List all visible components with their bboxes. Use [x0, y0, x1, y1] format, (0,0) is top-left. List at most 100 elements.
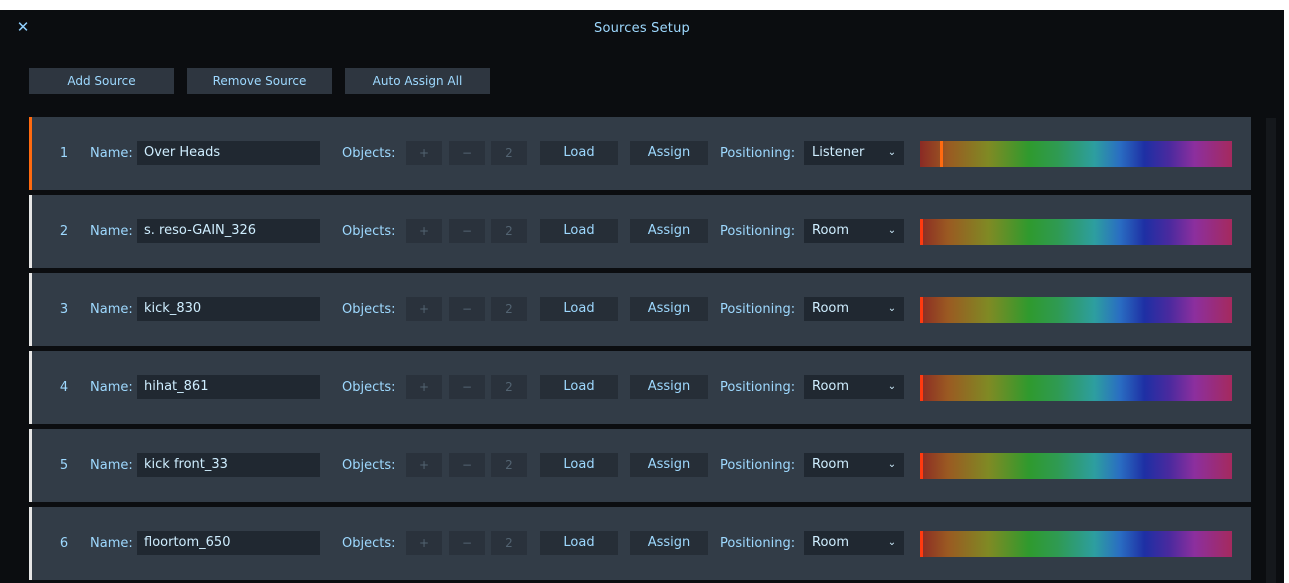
source-row[interactable]: 6 Name: floortom_650 Objects: + −2 Load Assign P…: [29, 507, 1251, 580]
object-count-field[interactable]: 2: [491, 453, 527, 477]
remove-object-button[interactable]: −: [449, 453, 485, 477]
auto-assign-all-button[interactable]: Auto Assign All: [345, 68, 490, 94]
color-marker[interactable]: [920, 531, 923, 557]
positioning-value: Room: [812, 457, 850, 472]
positioning-select[interactable]: Room ⌄: [804, 297, 904, 321]
source-number: 4: [59, 380, 69, 395]
positioning-select[interactable]: Room ⌄: [804, 531, 904, 555]
assign-button[interactable]: Assign: [630, 453, 708, 477]
chevron-down-icon: ⌄: [887, 537, 897, 548]
name-label: Name:: [90, 458, 133, 473]
remove-source-button[interactable]: Remove Source: [187, 68, 332, 94]
positioning-value: Room: [812, 223, 850, 238]
load-button[interactable]: Load: [540, 219, 618, 243]
sources-setup-window: ✕ Sources Setup Add Source Remove Source…: [0, 10, 1284, 583]
color-spectrum-bar[interactable]: [920, 453, 1232, 479]
positioning-select[interactable]: Room ⌄: [804, 375, 904, 399]
assign-button[interactable]: Assign: [630, 219, 708, 243]
name-label: Name:: [90, 224, 133, 239]
row-selection-indicator: [29, 507, 32, 580]
color-marker[interactable]: [940, 141, 943, 167]
add-object-button[interactable]: +: [406, 219, 442, 243]
source-row[interactable]: 4 Name: hihat_861 Objects: + −2 Load Assign Posi…: [29, 351, 1251, 424]
chevron-down-icon: ⌄: [887, 381, 897, 392]
assign-button[interactable]: Assign: [630, 297, 708, 321]
source-row[interactable]: 1 Name: Over Heads Objects: + −2 Load Assign Pos…: [29, 117, 1251, 190]
positioning-value: Listener: [812, 145, 865, 160]
objects-label: Objects:: [342, 536, 396, 551]
remove-object-button[interactable]: −: [449, 531, 485, 555]
remove-object-button[interactable]: −: [449, 297, 485, 321]
positioning-value: Room: [812, 301, 850, 316]
positioning-label: Positioning:: [720, 302, 796, 317]
name-label: Name:: [90, 380, 133, 395]
load-button[interactable]: Load: [540, 453, 618, 477]
source-row[interactable]: 2 Name: s. reso-GAIN_326 Objects: + −2 Load Ass…: [29, 195, 1251, 268]
color-spectrum-bar[interactable]: [920, 297, 1232, 323]
color-spectrum-bar[interactable]: [920, 141, 1232, 167]
name-label: Name:: [90, 302, 133, 317]
positioning-label: Positioning:: [720, 146, 796, 161]
chevron-down-icon: ⌄: [887, 303, 897, 314]
source-name-field[interactable]: Over Heads: [137, 141, 320, 165]
scrollbar[interactable]: [1266, 118, 1276, 583]
source-name-field[interactable]: floortom_650: [137, 531, 320, 555]
color-marker[interactable]: [920, 453, 923, 479]
add-object-button[interactable]: +: [406, 297, 442, 321]
color-spectrum-bar[interactable]: [920, 375, 1232, 401]
add-object-button[interactable]: +: [406, 531, 442, 555]
objects-label: Objects:: [342, 458, 396, 473]
load-button[interactable]: Load: [540, 297, 618, 321]
chevron-down-icon: ⌄: [887, 459, 897, 470]
remove-object-button[interactable]: −: [449, 219, 485, 243]
row-selection-indicator: [29, 195, 32, 268]
positioning-label: Positioning:: [720, 536, 796, 551]
load-button[interactable]: Load: [540, 141, 618, 165]
color-marker[interactable]: [920, 297, 923, 323]
add-object-button[interactable]: +: [406, 453, 442, 477]
name-label: Name:: [90, 536, 133, 551]
row-selection-indicator: [29, 273, 32, 346]
source-name-field[interactable]: hihat_861: [137, 375, 320, 399]
remove-object-button[interactable]: −: [449, 375, 485, 399]
positioning-select[interactable]: Room ⌄: [804, 219, 904, 243]
objects-label: Objects:: [342, 380, 396, 395]
objects-label: Objects:: [342, 146, 396, 161]
assign-button[interactable]: Assign: [630, 141, 708, 165]
source-row[interactable]: 3 Name: kick_830 Objects: + −2 Load Assign Posit…: [29, 273, 1251, 346]
load-button[interactable]: Load: [540, 531, 618, 555]
object-count-field[interactable]: 2: [491, 375, 527, 399]
row-selection-indicator: [29, 429, 32, 502]
add-object-button[interactable]: +: [406, 141, 442, 165]
color-marker[interactable]: [920, 219, 923, 245]
source-number: 1: [59, 146, 69, 161]
add-object-button[interactable]: +: [406, 375, 442, 399]
positioning-value: Room: [812, 379, 850, 394]
color-spectrum-bar[interactable]: [920, 531, 1232, 557]
object-count-field[interactable]: 2: [491, 531, 527, 555]
color-marker[interactable]: [920, 375, 923, 401]
positioning-label: Positioning:: [720, 458, 796, 473]
source-name-field[interactable]: kick front_33: [137, 453, 320, 477]
objects-label: Objects:: [342, 302, 396, 317]
object-count-field[interactable]: 2: [491, 141, 527, 165]
source-number: 6: [59, 536, 69, 551]
source-row[interactable]: 5 Name: kick front_33 Objects: + −2 Load Assign…: [29, 429, 1251, 502]
positioning-label: Positioning:: [720, 380, 796, 395]
source-name-field[interactable]: kick_830: [137, 297, 320, 321]
object-count-field[interactable]: 2: [491, 219, 527, 243]
object-count-field[interactable]: 2: [491, 297, 527, 321]
assign-button[interactable]: Assign: [630, 531, 708, 555]
positioning-label: Positioning:: [720, 224, 796, 239]
positioning-select[interactable]: Listener ⌄: [804, 141, 904, 165]
source-name-field[interactable]: s. reso-GAIN_326: [137, 219, 320, 243]
add-source-button[interactable]: Add Source: [29, 68, 174, 94]
source-number: 3: [59, 302, 69, 317]
source-number: 5: [59, 458, 69, 473]
positioning-select[interactable]: Room ⌄: [804, 453, 904, 477]
remove-object-button[interactable]: −: [449, 141, 485, 165]
load-button[interactable]: Load: [540, 375, 618, 399]
assign-button[interactable]: Assign: [630, 375, 708, 399]
color-spectrum-bar[interactable]: [920, 219, 1232, 245]
row-selection-indicator: [29, 117, 32, 190]
